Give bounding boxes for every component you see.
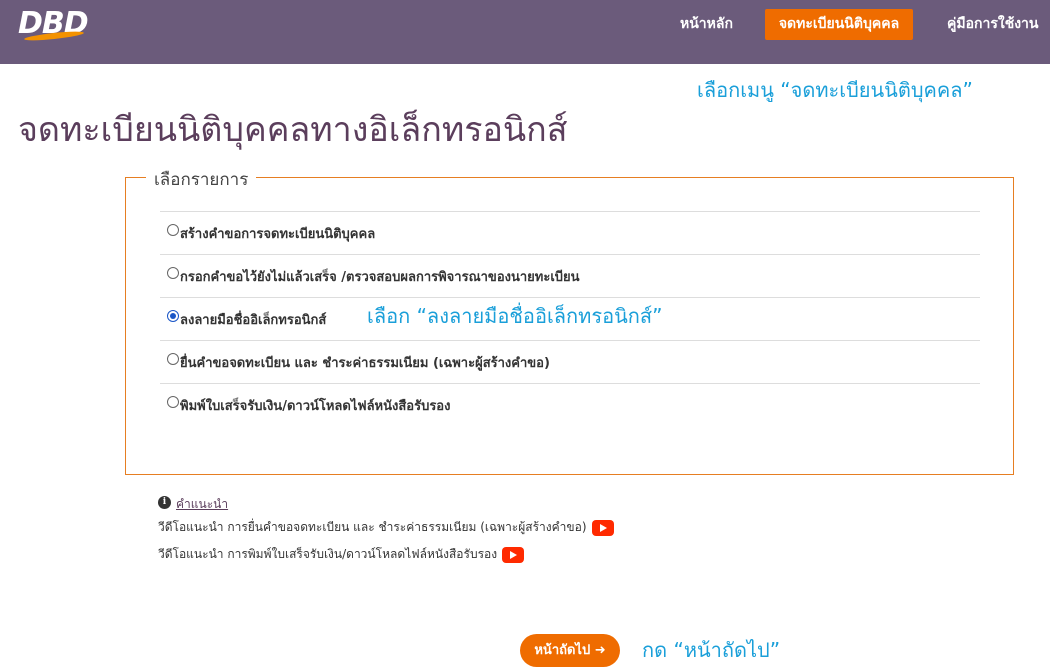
option-submit-and-pay[interactable]: ยื่นคำขอจดทะเบียน และ ชำระค่าธรรมเนียม (… xyxy=(160,340,980,383)
video-guide-print: วีดีโอแนะนำ การพิมพ์ใบเสร็จรับเงิน/ดาวน์… xyxy=(158,545,525,564)
video-guide-label: วีดีโอแนะนำ การยื่นคำขอจดทะเบียน และ ชำร… xyxy=(158,520,587,534)
youtube-play-icon[interactable] xyxy=(502,546,525,563)
annotation-select-signature: เลือก “ลงลายมือชื่ออิเล็กทรอนิกส์” xyxy=(367,304,663,328)
radio-print-receipt[interactable] xyxy=(167,396,179,408)
annotation-press-next: กด “หน้าถัดไป” xyxy=(642,638,781,662)
radio-e-signature[interactable] xyxy=(167,310,179,322)
fieldset-legend: เลือกรายการ xyxy=(146,166,257,193)
dbd-logo[interactable]: DBD xyxy=(18,6,89,43)
option-label: กรอกคำขอไว้ยังไม่แล้วเสร็จ /ตรวจสอบผลการ… xyxy=(180,270,580,285)
option-label: สร้างคำขอการจดทะเบียนนิติบุคคล xyxy=(180,227,376,242)
help-link[interactable]: คำแนะนำ xyxy=(176,495,228,514)
nav-manual-link[interactable]: คู่มือการใช้งาน xyxy=(947,9,1038,39)
info-icon: i xyxy=(158,496,171,509)
page-title: จดทะเบียนนิติบุคคลทางอิเล็กทรอนิกส์ xyxy=(18,110,568,150)
radio-submit-and-pay[interactable] xyxy=(167,353,179,365)
youtube-play-icon[interactable] xyxy=(591,519,614,536)
radio-create-request[interactable] xyxy=(167,224,179,236)
option-incomplete-request[interactable]: กรอกคำขอไว้ยังไม่แล้วเสร็จ /ตรวจสอบผลการ… xyxy=(160,254,980,297)
option-label: ยื่นคำขอจดทะเบียน และ ชำระค่าธรรมเนียม (… xyxy=(180,356,550,371)
video-guide-label: วีดีโอแนะนำ การพิมพ์ใบเสร็จรับเงิน/ดาวน์… xyxy=(158,547,498,561)
top-navbar: DBD หน้าหลัก จดทะเบียนนิติบุคคล คู่มือกา… xyxy=(0,0,1050,64)
video-guide-submit: วีดีโอแนะนำ การยื่นคำขอจดทะเบียน และ ชำร… xyxy=(158,518,614,537)
option-print-receipt[interactable]: พิมพ์ใบเสร็จรับเงิน/ดาวน์โหลดไฟล์หนังสือ… xyxy=(160,383,980,426)
option-label: พิมพ์ใบเสร็จรับเงิน/ดาวน์โหลดไฟล์หนังสือ… xyxy=(180,399,451,414)
nav-register-button[interactable]: จดทะเบียนนิติบุคคล xyxy=(765,9,913,40)
option-label: ลงลายมือชื่ออิเล็กทรอนิกส์ xyxy=(180,313,327,328)
next-page-button[interactable]: หน้าถัดไป ➜ xyxy=(520,634,620,667)
option-create-request[interactable]: สร้างคำขอการจดทะเบียนนิติบุคคล xyxy=(160,211,980,254)
radio-incomplete-request[interactable] xyxy=(167,267,179,279)
nav-home-link[interactable]: หน้าหลัก xyxy=(680,9,733,39)
annotation-select-menu: เลือกเมนู “จดทะเบียนนิติบุคคล” xyxy=(697,78,973,102)
